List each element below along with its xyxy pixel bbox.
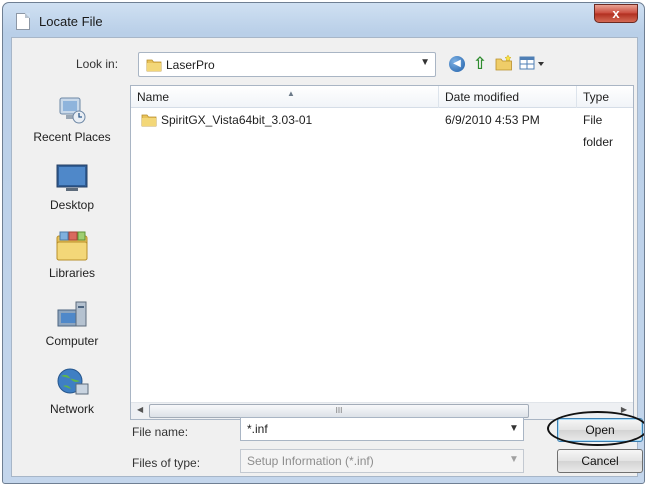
new-folder-button[interactable] (495, 54, 515, 74)
computer-icon (54, 298, 90, 330)
folder-icon (141, 114, 157, 127)
chevron-down-icon[interactable]: ▼ (509, 454, 519, 465)
sidebar-item-label: Libraries (48, 266, 96, 280)
column-header-name[interactable]: Name ▲ (131, 86, 439, 108)
file-name-input[interactable]: *.inf (240, 417, 524, 441)
libraries-icon (54, 230, 90, 262)
look-in-value: LaserPro (166, 58, 215, 72)
network-icon (54, 366, 90, 398)
document-icon (16, 13, 30, 30)
file-list[interactable]: Name ▲ Date modified Type SpiritGX_Vista… (130, 85, 634, 420)
sidebar-item-label: Computer (45, 334, 99, 348)
views-menu-icon (519, 56, 544, 70)
look-in-dropdown[interactable]: LaserPro ▼ (138, 52, 436, 77)
column-header-type[interactable]: Type (577, 86, 633, 108)
sidebar-item-network[interactable]: Network (18, 366, 126, 416)
scroll-grip: III (335, 406, 343, 415)
up-folder-icon: ⇧ (472, 54, 488, 73)
locate-file-dialog: Locate File x Look in: LaserPro ▼ ◀ ⇧ Re… (2, 2, 645, 484)
sidebar-item-libraries[interactable]: Libraries (18, 230, 126, 280)
column-label: Date modified (445, 90, 520, 104)
title-bar[interactable]: Locate File x (3, 3, 644, 37)
cancel-button[interactable]: Cancel (557, 449, 643, 473)
sidebar-item-recent-places[interactable]: Recent Places (18, 94, 126, 144)
column-label: Type (583, 90, 610, 104)
desktop-icon (54, 162, 90, 194)
column-header: Name ▲ Date modified Type (131, 86, 633, 108)
dialog-title: Locate File (39, 14, 103, 29)
views-menu-button[interactable] (518, 54, 550, 74)
file-type: File folder (583, 113, 614, 149)
file-name-label: File name: (132, 425, 189, 439)
file-type-select[interactable]: Setup Information (*.inf) (240, 449, 524, 473)
places-bar: Recent Places Desktop Libraries Computer… (18, 86, 126, 420)
back-button[interactable]: ◀ (447, 54, 467, 74)
back-icon: ◀ (449, 56, 465, 72)
chevron-down-icon[interactable]: ▼ (509, 423, 519, 434)
scroll-left-icon[interactable]: ◀ (137, 405, 143, 414)
sidebar-item-computer[interactable]: Computer (18, 298, 126, 348)
folder-icon (146, 59, 162, 72)
scroll-thumb[interactable]: III (149, 404, 529, 418)
sort-ascending-icon: ▲ (287, 89, 295, 98)
list-item[interactable]: SpiritGX_Vista64bit_3.03-01 6/9/2010 4:5… (131, 109, 633, 149)
column-label: Name (137, 90, 170, 104)
close-button[interactable]: x (594, 4, 638, 23)
file-type-label: Files of type: (132, 456, 201, 470)
open-button[interactable]: Open (557, 418, 643, 442)
column-header-date-modified[interactable]: Date modified (439, 86, 577, 108)
sidebar-item-desktop[interactable]: Desktop (18, 162, 126, 212)
chevron-down-icon: ▼ (420, 57, 430, 68)
up-folder-button[interactable]: ⇧ (470, 54, 490, 74)
sidebar-item-label: Network (49, 402, 94, 416)
dialog-body: Look in: LaserPro ▼ ◀ ⇧ Recent Places De… (11, 37, 644, 477)
look-in-label: Look in: (76, 57, 119, 71)
sidebar-item-label: Recent Places (33, 130, 111, 144)
scroll-right-icon[interactable]: ▶ (621, 405, 627, 414)
sidebar-item-label: Desktop (49, 198, 95, 212)
new-folder-icon (495, 54, 512, 71)
recent-places-icon (54, 94, 90, 126)
file-date-modified: 6/9/2010 4:53 PM (445, 113, 540, 127)
file-name: SpiritGX_Vista64bit_3.03-01 (161, 113, 313, 127)
